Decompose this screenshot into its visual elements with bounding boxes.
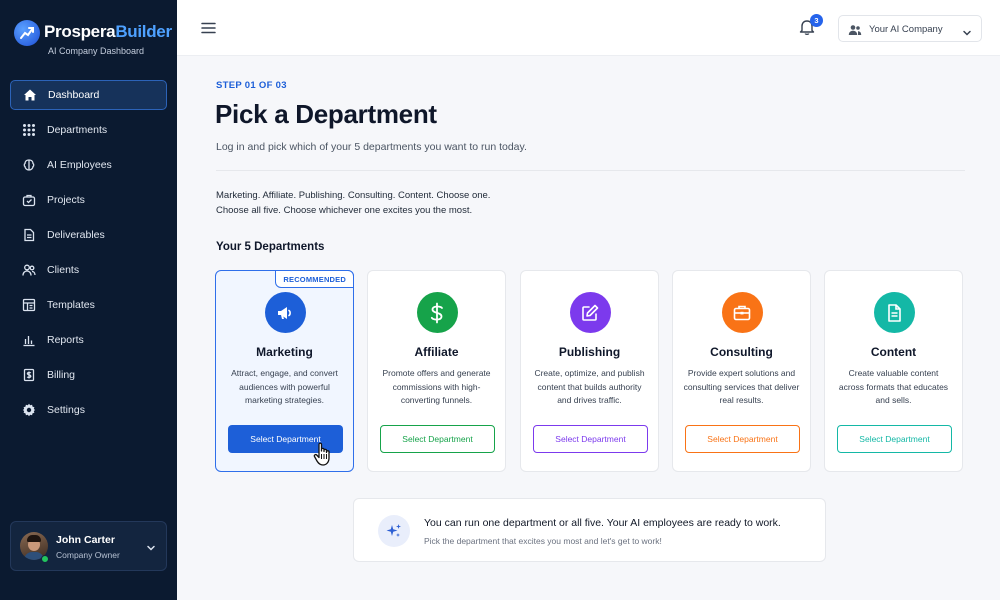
- section-title: Your 5 Departments: [216, 241, 325, 253]
- menu-icon[interactable]: [201, 21, 216, 39]
- description-line: Marketing. Affiliate. Publishing. Consul…: [216, 190, 491, 201]
- grid-icon: [22, 123, 36, 137]
- brand-subtitle: AI Company Dashboard: [48, 46, 145, 56]
- sidebar-item-label: Reports: [47, 334, 84, 346]
- template-icon: [22, 298, 36, 312]
- select-department-button[interactable]: Select Department: [380, 425, 495, 453]
- user-profile-card[interactable]: John Carter Company Owner: [10, 521, 167, 571]
- description-line: Choose all five. Choose whichever one ex…: [216, 205, 473, 216]
- department-name: Content: [870, 345, 917, 359]
- users-icon: [22, 263, 36, 277]
- department-description: Create valuable content across formats t…: [838, 368, 949, 405]
- sidebar-item-label: Deliverables: [47, 229, 105, 241]
- brand-name: ProsperaBuilder: [44, 22, 172, 42]
- sidebar-item-projects[interactable]: Projects: [10, 185, 167, 215]
- sidebar-item-label: Billing: [47, 369, 76, 381]
- department-card-consulting[interactable]: Consulting Provide expert solutions and …: [672, 270, 811, 472]
- sidebar-item-ai-employees[interactable]: AI Employees: [10, 150, 167, 180]
- select-department-button[interactable]: Select Department: [685, 425, 800, 453]
- dollar-icon: [416, 292, 458, 333]
- department-description: Create, optimize, and publish content th…: [534, 368, 645, 405]
- banner-subtitle: Pick the department that excites you mos…: [424, 536, 662, 546]
- department-card-marketing[interactable]: RECOMMENDED Marketing Attract, engage, a…: [215, 270, 354, 472]
- sidebar-item-departments[interactable]: Departments: [10, 115, 167, 145]
- chevron-down-icon: [962, 25, 972, 43]
- billing-icon: [22, 368, 36, 382]
- edit-icon: [569, 292, 611, 333]
- page-title: Pick a Department: [215, 99, 437, 129]
- sidebar-item-billing[interactable]: Billing: [10, 360, 167, 390]
- select-department-button[interactable]: Select Department: [533, 425, 648, 453]
- banner-title: You can run one department or all five. …: [424, 517, 781, 529]
- sidebar-item-deliverables[interactable]: Deliverables: [10, 220, 167, 250]
- department-description: Promote offers and generate commissions …: [382, 368, 491, 405]
- select-department-button[interactable]: Select Department: [837, 425, 952, 453]
- department-description: Attract, engage, and convert audiences w…: [231, 368, 338, 405]
- sidebar-item-label: Clients: [47, 264, 80, 276]
- company-selector[interactable]: Your AI Company: [838, 15, 982, 42]
- file-icon: [873, 292, 915, 333]
- recommended-badge: RECOMMENDED: [275, 270, 354, 288]
- sidebar-item-reports[interactable]: Reports: [10, 325, 167, 355]
- brand-name-part1: Prospera: [44, 22, 116, 41]
- department-description: Provide expert solutions and consulting …: [683, 368, 800, 405]
- projects-icon: [22, 193, 36, 207]
- department-name: Affiliate: [414, 345, 459, 359]
- user-role: Company Owner: [56, 550, 120, 560]
- home-icon: [23, 88, 37, 102]
- sidebar-item-label: Templates: [47, 299, 95, 311]
- brand-logo[interactable]: ProsperaBuilder AI Company Dashboard: [14, 18, 172, 58]
- notification-badge: 3: [810, 14, 823, 27]
- company-name: Your AI Company: [869, 24, 943, 35]
- megaphone-icon: [264, 292, 306, 333]
- info-banner: You can run one department or all five. …: [353, 498, 826, 562]
- divider: [216, 170, 965, 171]
- topbar: 3 Your AI Company: [177, 0, 1000, 56]
- department-card-affiliate[interactable]: Affiliate Promote offers and generate co…: [367, 270, 506, 472]
- brand-name-part2: Builder: [115, 22, 172, 41]
- department-name: Consulting: [710, 345, 773, 359]
- description: Marketing. Affiliate. Publishing. Consul…: [216, 188, 490, 218]
- sidebar-item-label: Departments: [47, 124, 108, 136]
- department-card-publishing[interactable]: Publishing Create, optimize, and publish…: [520, 270, 659, 472]
- users-icon: [848, 23, 862, 41]
- sidebar-item-label: AI Employees: [47, 159, 112, 171]
- document-icon: [22, 228, 36, 242]
- step-indicator: STEP 01 OF 03: [216, 80, 287, 91]
- sidebar-item-templates[interactable]: Templates: [10, 290, 167, 320]
- sidebar-item-label: Dashboard: [48, 89, 100, 101]
- hand-cursor-icon: [312, 441, 334, 472]
- gear-icon: [22, 403, 36, 417]
- briefcase-icon: [721, 292, 763, 333]
- department-name: Publishing: [558, 345, 621, 359]
- sidebar-item-label: Projects: [47, 194, 85, 206]
- sparkle-icon: [378, 515, 410, 547]
- sidebar-item-settings[interactable]: Settings: [10, 395, 167, 425]
- online-status-dot: [41, 555, 49, 563]
- user-name: John Carter: [56, 534, 115, 546]
- sidebar-item-dashboard[interactable]: Dashboard: [10, 80, 167, 110]
- sidebar: ProsperaBuilder AI Company Dashboard Das…: [0, 0, 177, 600]
- chevron-down-icon[interactable]: [146, 540, 156, 558]
- department-name: Marketing: [256, 345, 313, 359]
- main-content: STEP 01 OF 03 Pick a Department Log in a…: [177, 56, 1000, 600]
- logo-mark-icon: [14, 20, 40, 46]
- page-subtitle: Log in and pick which of your 5 departme…: [216, 141, 527, 153]
- sidebar-nav: Dashboard Departments AI Employees Proje…: [10, 80, 167, 430]
- sidebar-item-clients[interactable]: Clients: [10, 255, 167, 285]
- department-card-content[interactable]: Content Create valuable content across f…: [824, 270, 963, 472]
- ai-brain-icon: [22, 158, 36, 172]
- chart-icon: [22, 333, 36, 347]
- sidebar-item-label: Settings: [47, 404, 85, 416]
